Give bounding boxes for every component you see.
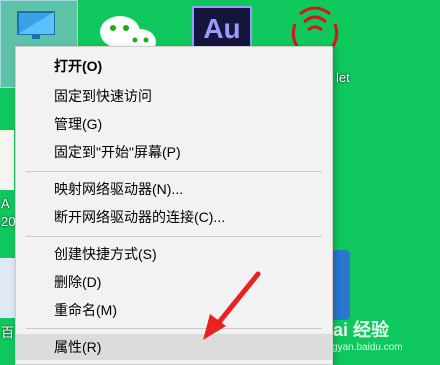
red-arrow-annotation [203, 271, 261, 340]
